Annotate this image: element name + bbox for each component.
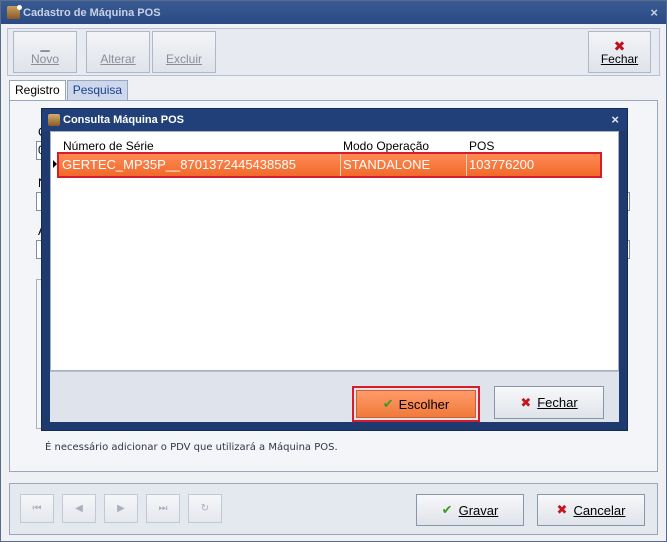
excluir-label: Excluir (165, 52, 202, 66)
dialog-body: Número de Série Modo Operação POS GERTEC… (50, 131, 619, 422)
next-record-icon[interactable]: ▶ (104, 494, 138, 523)
window-title: Cadastro de Máquina POS (23, 6, 161, 19)
column-numero-serie[interactable]: Número de Série (63, 139, 154, 153)
escolher-button-face[interactable]: ✔ Escolher (356, 390, 476, 418)
hint-text: É necessário adicionar o PDV que utiliza… (45, 442, 338, 453)
novo-button[interactable]: ▁ Novo (13, 31, 77, 73)
novo-label: Novo (30, 52, 59, 66)
app-icon (7, 5, 22, 19)
cancelar-button[interactable]: ✖ Cancelar (537, 494, 645, 526)
alterar-label: Alterar (100, 52, 136, 66)
fechar-label: Fechar (600, 52, 639, 66)
new-icon: ▁ (40, 38, 50, 52)
cell-serie: GERTEC_MP35P__8701372445438585 (62, 157, 296, 172)
close-icon[interactable]: × (650, 5, 658, 20)
refresh-icon[interactable]: ↻ (188, 494, 222, 523)
column-divider (466, 154, 467, 176)
check-icon: ✔ (441, 502, 453, 517)
excluir-button[interactable]: Excluir (152, 31, 216, 73)
gravar-button[interactable]: ✔ Gravar (416, 494, 524, 526)
fechar-button[interactable]: ✖ Fechar (588, 31, 651, 73)
dialog-footer: ✔ Escolher ✖ Fechar (50, 371, 619, 422)
grid-header: Número de Série Modo Operação POS (51, 139, 618, 154)
last-record-icon[interactable]: ⏭ (146, 494, 180, 523)
column-pos[interactable]: POS (469, 139, 494, 153)
consulta-dialog: Consulta Máquina POS × Número de Série M… (41, 108, 628, 431)
escolher-label: Escolher (398, 396, 450, 412)
tab-strip: Registro Pesquisa (9, 80, 129, 100)
dialog-app-icon (48, 114, 60, 126)
tab-pesquisa[interactable]: Pesquisa (66, 80, 129, 100)
column-divider (340, 154, 341, 176)
gravar-label: Gravar (458, 502, 499, 518)
column-modo-operacao[interactable]: Modo Operação (343, 139, 429, 153)
toolbar: ▁ Novo Alterar Excluir ✖ Fechar (7, 28, 660, 76)
dialog-titlebar: Consulta Máquina POS × (42, 109, 627, 131)
alterar-button[interactable]: Alterar (86, 31, 150, 73)
navigation-bar: ⏮ ◀ ▶ ⏭ ↻ ✔ Gravar ✖ Cancelar (9, 483, 658, 535)
cell-modo: STANDALONE (343, 157, 431, 172)
table-row[interactable]: GERTEC_MP35P__8701372445438585 STANDALON… (57, 152, 602, 178)
dialog-fechar-button[interactable]: ✖ Fechar (494, 386, 604, 419)
main-titlebar: Cadastro de Máquina POS × (1, 1, 666, 24)
row-indicator-icon (53, 160, 57, 168)
first-record-icon[interactable]: ⏮ (20, 494, 54, 523)
cancel-x-icon: ✖ (556, 502, 568, 517)
cell-pos: 103776200 (469, 157, 535, 172)
cancel-x-icon: ✖ (520, 394, 532, 410)
results-grid[interactable]: Número de Série Modo Operação POS GERTEC… (50, 131, 619, 371)
cancelar-label: Cancelar (573, 502, 626, 518)
dialog-close-icon[interactable]: × (611, 112, 619, 127)
tab-registro[interactable]: Registro (9, 80, 66, 100)
escolher-button[interactable]: ✔ Escolher (352, 386, 480, 422)
check-icon: ✔ (382, 396, 394, 411)
prev-record-icon[interactable]: ◀ (62, 494, 96, 523)
dialog-fechar-label: Fechar (537, 395, 578, 410)
dialog-title: Consulta Máquina POS (63, 114, 185, 126)
